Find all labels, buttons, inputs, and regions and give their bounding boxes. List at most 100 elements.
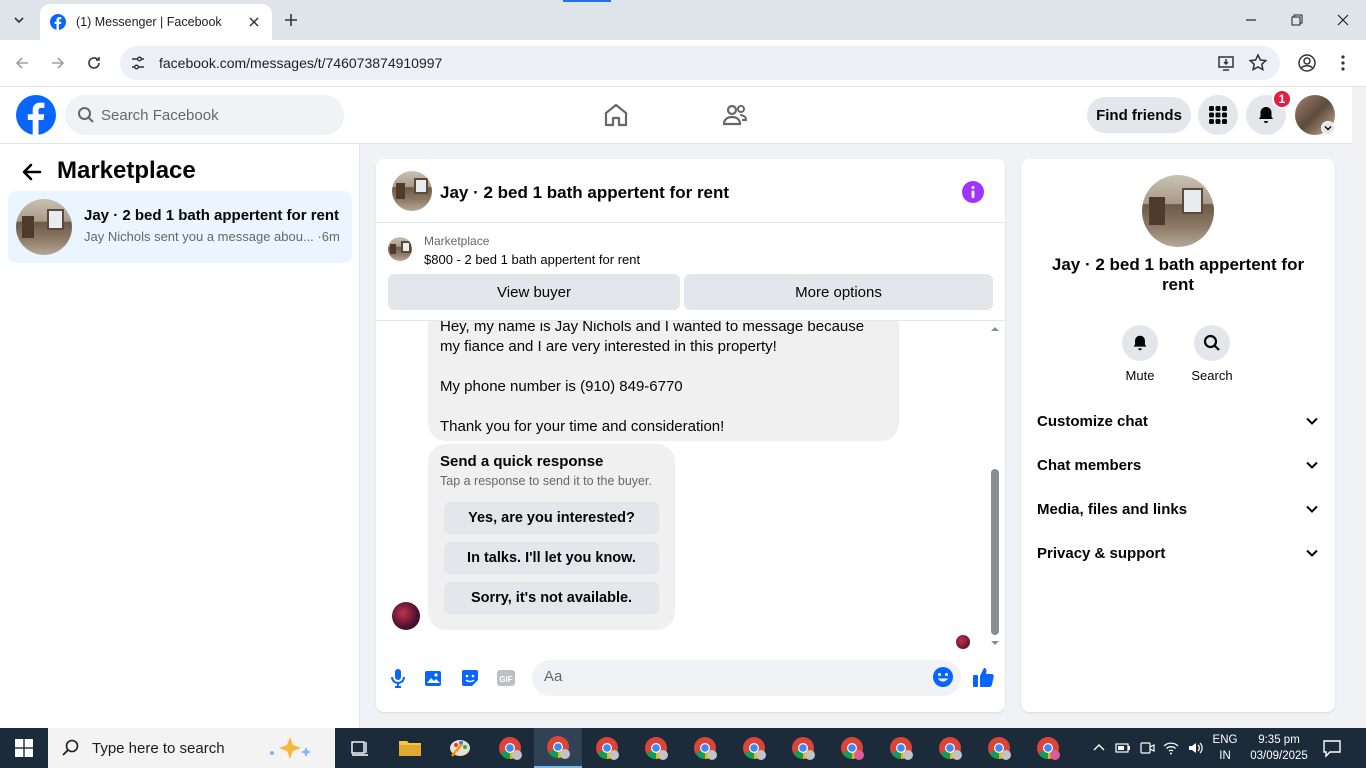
meet-now-icon[interactable]: [1139, 740, 1155, 756]
section-chat-members[interactable]: Chat members: [1029, 443, 1327, 487]
chrome-taskbar-button[interactable]: [632, 728, 680, 768]
facebook-search-input[interactable]: [101, 106, 321, 124]
site-info-icon[interactable]: [129, 54, 147, 72]
taskbar-search-input[interactable]: [92, 739, 262, 757]
windows-logo-icon: [15, 739, 33, 757]
region-code: IN: [1219, 750, 1231, 762]
chrome-taskbar-button[interactable]: [877, 728, 925, 768]
search-action[interactable]: Search: [1182, 325, 1242, 383]
account-chevron[interactable]: [1321, 121, 1335, 135]
chevron-down-icon: [1306, 461, 1318, 469]
gif-icon[interactable]: GIF: [496, 668, 516, 688]
photo-icon[interactable]: [424, 668, 444, 688]
more-vertical-icon: [1341, 55, 1345, 71]
chrome-taskbar-button-active[interactable]: [534, 728, 582, 768]
forward-button[interactable]: [47, 52, 69, 74]
notification-badge: 1: [1272, 89, 1292, 109]
page-scrollbar[interactable]: [1352, 87, 1366, 728]
conversation-thumbnail: [1142, 175, 1214, 247]
close-icon: [1337, 14, 1349, 26]
task-view-button[interactable]: [336, 728, 384, 768]
taskbar-search[interactable]: [48, 728, 335, 768]
info-icon[interactable]: [962, 181, 984, 203]
minimize-button[interactable]: [1228, 0, 1274, 40]
browser-tab-messenger[interactable]: (1) Messenger | Facebook: [40, 4, 272, 40]
copilot-sparkle-icon[interactable]: [266, 735, 316, 761]
section-label: Chat members: [1037, 456, 1142, 474]
paint-app-button[interactable]: [436, 728, 484, 768]
chevron-down-icon: [14, 17, 24, 24]
tab-search-button[interactable]: [6, 8, 32, 32]
input-language[interactable]: ENG IN: [1211, 732, 1239, 764]
bookmark-star-icon[interactable]: [1248, 53, 1268, 73]
file-explorer-button[interactable]: [386, 728, 434, 768]
message-box[interactable]: [532, 660, 961, 696]
section-media-files-links[interactable]: Media, files and links: [1029, 487, 1327, 531]
back-button[interactable]: [11, 52, 33, 74]
section-label: Media, files and links: [1037, 500, 1188, 518]
wifi-icon[interactable]: [1163, 740, 1179, 756]
scroll-up-icon[interactable]: [988, 325, 1002, 333]
quick-response-option[interactable]: In talks. I'll let you know.: [444, 542, 659, 574]
thumbs-up-icon[interactable]: [972, 666, 994, 688]
notification-center-icon[interactable]: [1322, 738, 1342, 758]
message-line: My phone number is (910) 849-6770: [440, 378, 683, 395]
chrome-taskbar-button[interactable]: [975, 728, 1023, 768]
chevron-up-icon[interactable]: [1091, 740, 1107, 756]
scroll-down-icon[interactable]: [988, 639, 1002, 647]
section-label: Privacy & support: [1037, 544, 1166, 562]
mute-action[interactable]: Mute: [1110, 325, 1170, 383]
quick-response-option[interactable]: Sorry, it's not available.: [444, 582, 659, 614]
message-line: Thank you for your time and consideratio…: [440, 418, 725, 435]
close-window-button[interactable]: [1320, 0, 1366, 40]
search-conversation-button[interactable]: [1194, 325, 1230, 361]
chrome-taskbar-button[interactable]: [779, 728, 827, 768]
mute-button[interactable]: [1122, 325, 1158, 361]
omnibox[interactable]: facebook.com/messages/t/746073874910997: [120, 46, 1280, 80]
find-friends-button[interactable]: Find friends: [1087, 97, 1191, 133]
menu-button[interactable]: [1198, 95, 1238, 135]
microphone-icon[interactable]: [388, 668, 408, 688]
section-privacy-support[interactable]: Privacy & support: [1029, 531, 1327, 575]
home-icon[interactable]: [602, 101, 630, 129]
profile-button[interactable]: [1296, 52, 1318, 74]
browser-menu-button[interactable]: [1332, 52, 1354, 74]
quick-response-option[interactable]: Yes, are you interested?: [444, 502, 659, 534]
listing-price-title[interactable]: $800 - 2 bed 1 bath appertent for rent: [424, 252, 640, 267]
reload-button[interactable]: [83, 52, 105, 74]
system-clock[interactable]: 9:35 pm 03/09/2025: [1245, 732, 1313, 764]
chrome-taskbar-button[interactable]: [828, 728, 876, 768]
chrome-taskbar-button[interactable]: [486, 728, 534, 768]
emoji-icon[interactable]: [932, 666, 954, 688]
chat-thumbnail[interactable]: [392, 171, 432, 211]
start-button[interactable]: [0, 728, 48, 768]
new-tab-icon[interactable]: [282, 11, 300, 29]
volume-icon[interactable]: [1187, 740, 1203, 756]
more-options-button[interactable]: More options: [684, 274, 993, 310]
friends-icon[interactable]: [721, 101, 749, 129]
battery-icon[interactable]: [1115, 740, 1131, 756]
grid-menu-icon: [1209, 106, 1227, 124]
scrollbar-thumb[interactable]: [991, 469, 999, 635]
tab-title: (1) Messenger | Facebook: [76, 15, 222, 29]
thread-item[interactable]: Jay · 2 bed 1 bath appertent for rent Ja…: [8, 191, 352, 263]
install-app-icon[interactable]: [1216, 53, 1236, 73]
message-scrollbar[interactable]: [988, 325, 1002, 649]
close-tab-icon[interactable]: [246, 14, 262, 30]
chat-title[interactable]: Jay · 2 bed 1 bath appertent for rent: [440, 183, 729, 203]
chrome-taskbar-button[interactable]: [730, 728, 778, 768]
section-customize-chat[interactable]: Customize chat: [1029, 399, 1327, 443]
view-buyer-button[interactable]: View buyer: [388, 274, 680, 310]
chrome-taskbar-button[interactable]: [583, 728, 631, 768]
chrome-taskbar-button[interactable]: [926, 728, 974, 768]
facebook-search[interactable]: [65, 95, 344, 135]
back-arrow-icon[interactable]: [20, 160, 44, 184]
minimize-icon: [1246, 19, 1256, 21]
message-input[interactable]: [544, 668, 914, 685]
chrome-taskbar-button[interactable]: [681, 728, 729, 768]
url-text[interactable]: facebook.com/messages/t/746073874910997: [159, 55, 1216, 71]
chrome-taskbar-button[interactable]: [1024, 728, 1072, 768]
facebook-logo-icon[interactable]: [16, 95, 56, 135]
sticker-icon[interactable]: [460, 668, 480, 688]
restore-button[interactable]: [1274, 0, 1320, 40]
